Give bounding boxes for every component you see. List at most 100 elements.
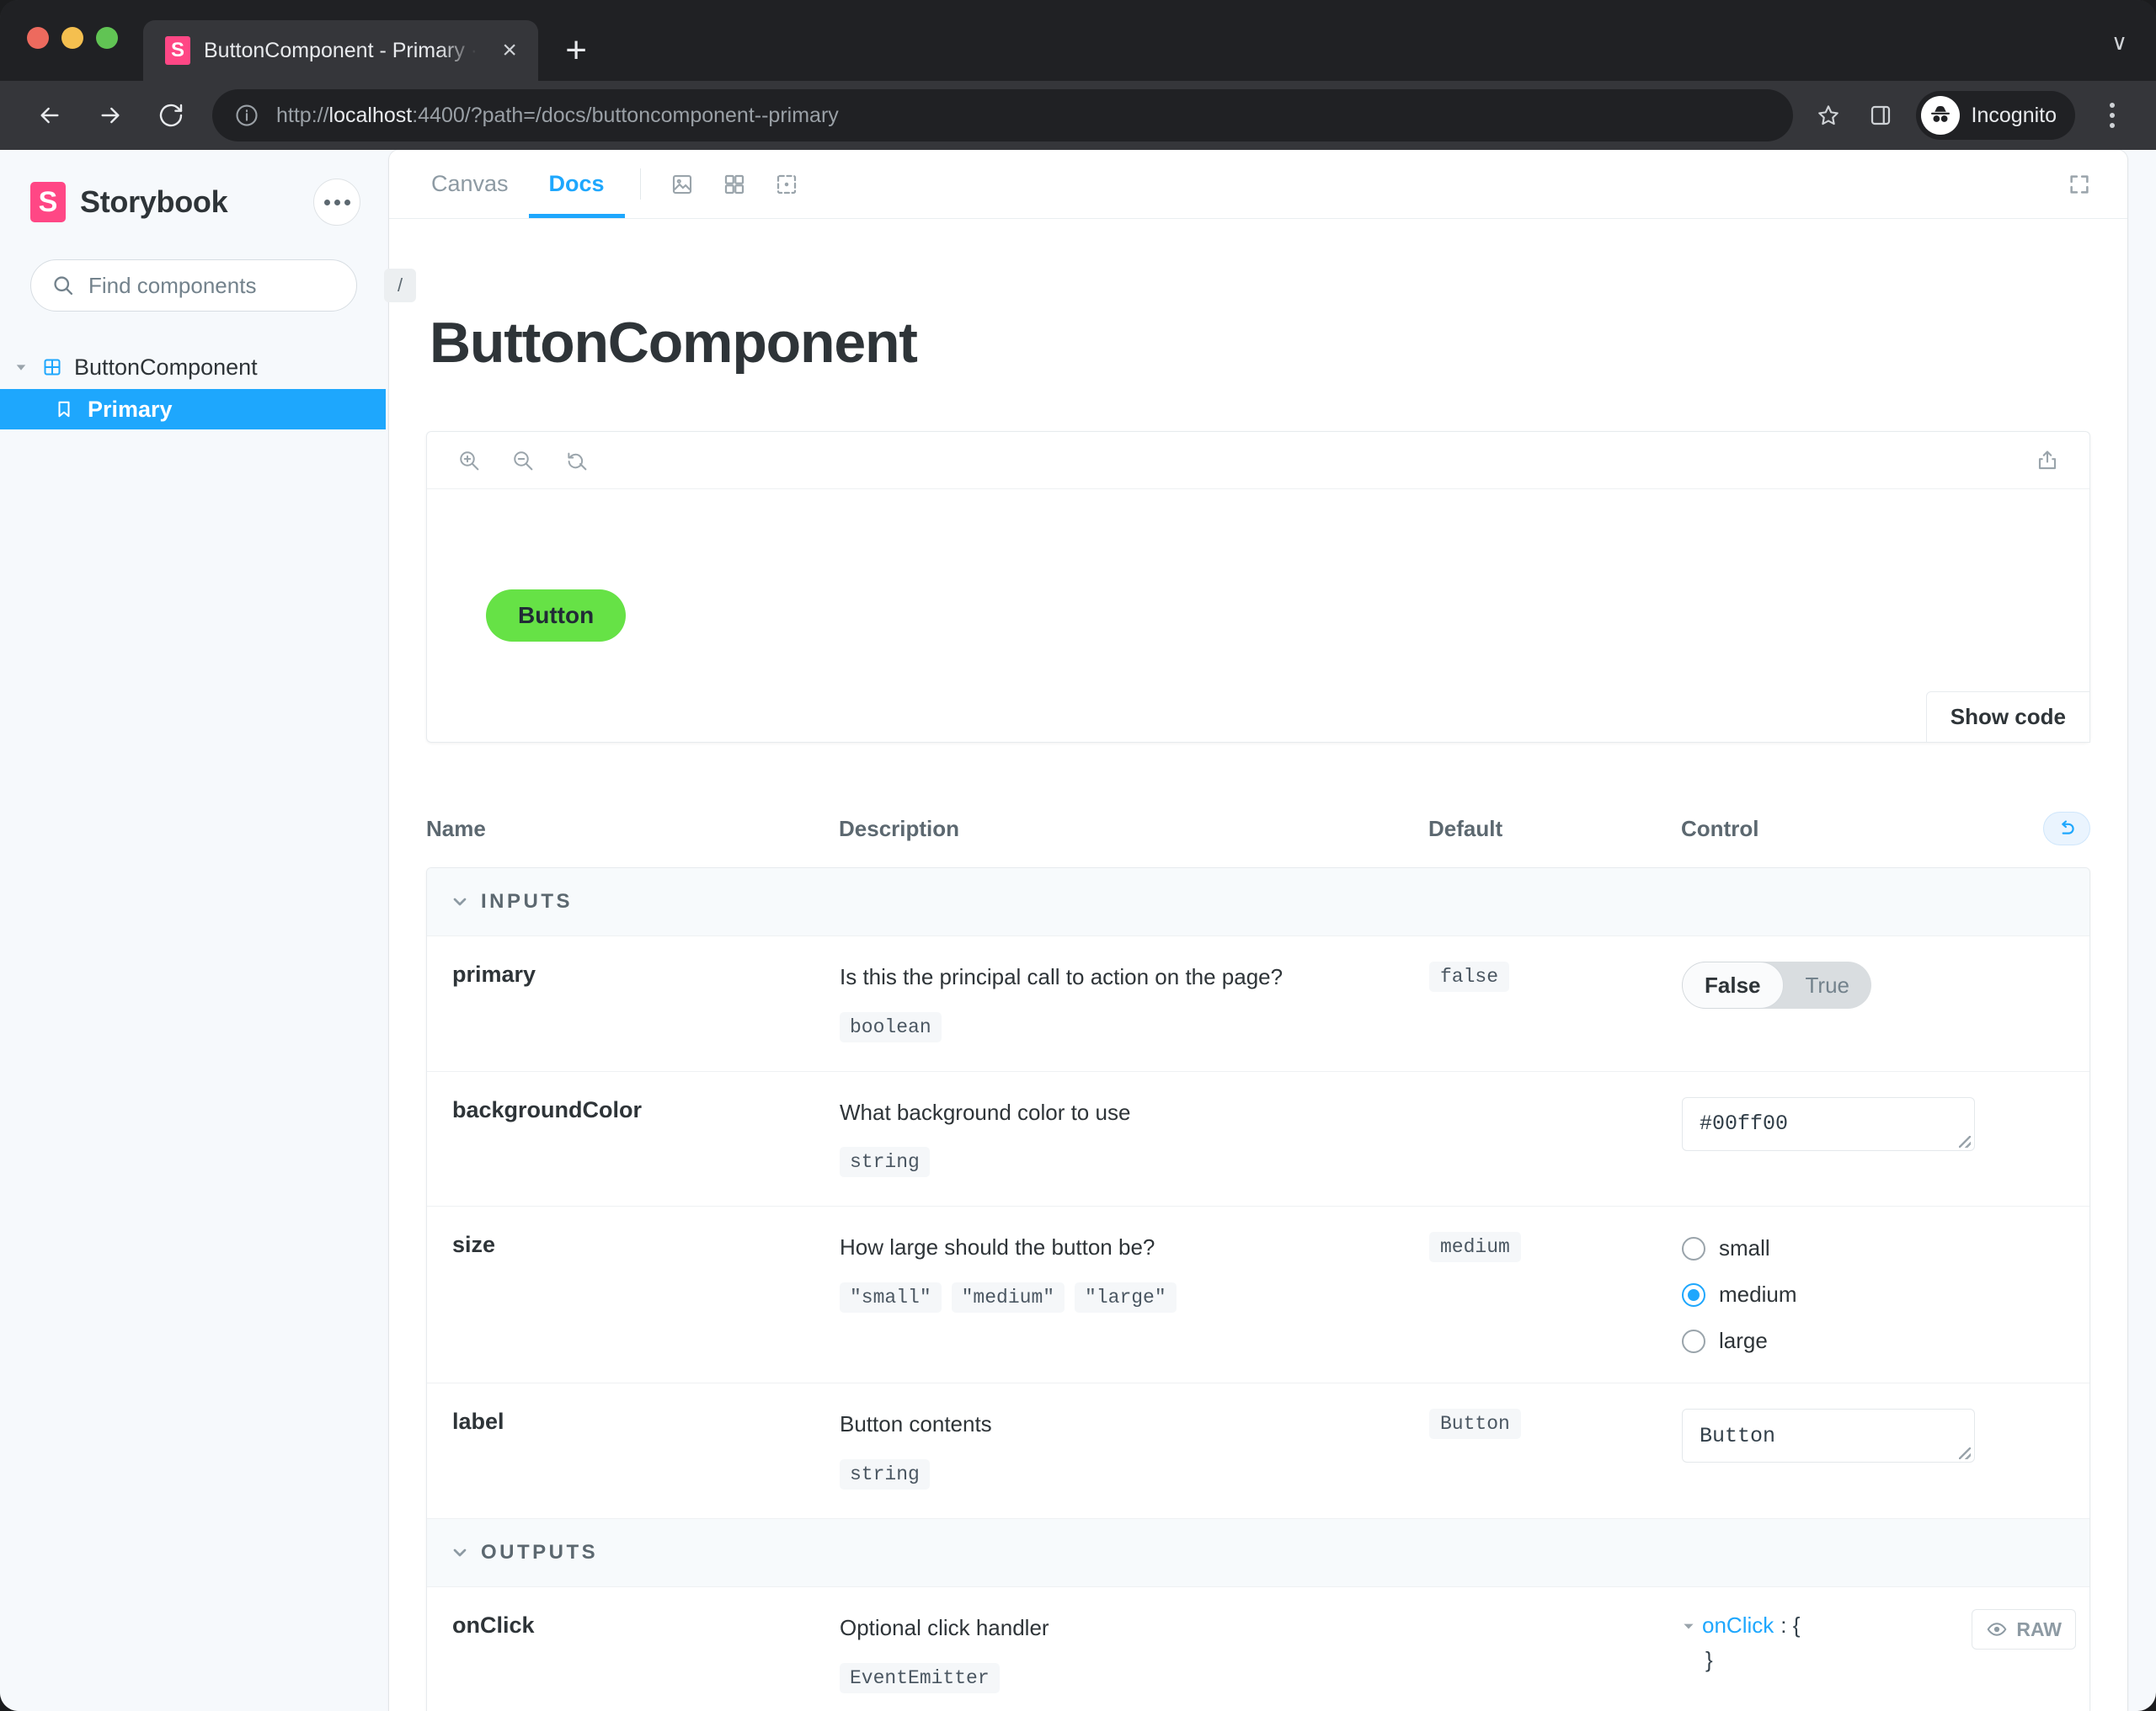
- browser-toolbar: http://localhost:4400/?path=/docs/button…: [0, 81, 2156, 150]
- toggle-option-true[interactable]: True: [1784, 962, 1872, 1009]
- share-icon[interactable]: [2027, 440, 2068, 481]
- browser-tab-title: ButtonComponent - Primary ·: [204, 39, 478, 63]
- page-viewport: Storybook / ButtonComponent: [0, 150, 2156, 1711]
- zoom-in-icon[interactable]: [449, 440, 489, 481]
- incognito-label: Incognito: [1972, 104, 2057, 128]
- arg-type-chips: string: [840, 1459, 1416, 1490]
- radio-label: medium: [1719, 1282, 1796, 1308]
- close-window-button[interactable]: [27, 27, 49, 49]
- type-chip: EventEmitter: [840, 1663, 1000, 1693]
- radio-option-small[interactable]: small: [1682, 1235, 1975, 1261]
- tab-canvas[interactable]: Canvas: [411, 150, 529, 218]
- group-header-cell: OUTPUTS: [427, 1519, 2089, 1587]
- url-host: localhost: [329, 104, 413, 127]
- new-tab-button[interactable]: +: [550, 24, 602, 77]
- search-box[interactable]: /: [30, 259, 357, 312]
- tab-docs[interactable]: Docs: [529, 150, 625, 218]
- group-title: OUTPUTS: [481, 1541, 598, 1564]
- radio-ring: [1682, 1330, 1705, 1353]
- args-rows: INPUTS primary Is this the principa: [427, 868, 2089, 1711]
- zoom-out-icon[interactable]: [503, 440, 543, 481]
- toggle-option-false[interactable]: False: [1682, 962, 1784, 1009]
- raw-toggle-button[interactable]: RAW: [1972, 1609, 2076, 1650]
- sidebar-item-primary[interactable]: Primary: [0, 389, 386, 429]
- search-input[interactable]: [88, 273, 371, 299]
- minimize-window-button[interactable]: [61, 27, 83, 49]
- arg-type-chips: boolean: [840, 1012, 1416, 1042]
- radio-option-medium[interactable]: medium: [1682, 1282, 1975, 1308]
- group-header-cell: INPUTS: [427, 868, 2089, 936]
- site-info-icon[interactable]: [234, 103, 259, 128]
- zoom-reset-icon[interactable]: [557, 440, 597, 481]
- forward-button[interactable]: [83, 88, 138, 143]
- args-table: Name Description Default Control: [426, 812, 2090, 867]
- object-tree-row[interactable]: onClick : {: [1682, 1612, 1800, 1639]
- toolbar-divider: [640, 168, 641, 200]
- sidebar-item-label: ButtonComponent: [74, 354, 258, 381]
- group-title: INPUTS: [481, 890, 573, 914]
- arg-name: label: [427, 1383, 840, 1519]
- browser-window: ButtonComponent - Primary · × + ∨ http:/…: [0, 0, 2156, 1711]
- chevron-down-icon[interactable]: [12, 361, 30, 373]
- radio-option-large[interactable]: large: [1682, 1328, 1975, 1354]
- column-header-description: Description: [839, 812, 1428, 867]
- object-tree[interactable]: onClick : { }: [1682, 1612, 1800, 1673]
- arg-type-chips: "small" "medium" "large": [840, 1282, 1416, 1313]
- browser-tab[interactable]: ButtonComponent - Primary · ×: [143, 20, 538, 81]
- args-table-body: INPUTS primary Is this the principa: [426, 867, 2090, 1711]
- reset-controls-button[interactable]: [2043, 812, 2090, 845]
- close-icon[interactable]: ×: [491, 32, 528, 69]
- arg-default-cell: Button: [1429, 1383, 1682, 1519]
- arg-control-cell: #00ff00: [1682, 1071, 1988, 1207]
- label-input[interactable]: Button: [1682, 1409, 1975, 1463]
- component-tree: ButtonComponent Primary: [0, 345, 386, 429]
- show-code-button[interactable]: Show code: [1926, 691, 2090, 743]
- arg-type-chips: EventEmitter: [840, 1663, 1416, 1693]
- type-chip: "medium": [952, 1282, 1065, 1313]
- measure-icon[interactable]: [760, 150, 813, 218]
- group-header-inputs[interactable]: INPUTS: [427, 868, 2089, 936]
- demo-button[interactable]: Button: [486, 589, 626, 642]
- toolbar-right: [2053, 150, 2127, 218]
- incognito-indicator[interactable]: Incognito: [1916, 91, 2075, 140]
- browser-menu-icon[interactable]: [2090, 90, 2134, 141]
- storybook-favicon-icon: [165, 36, 190, 65]
- table-row: onClick Optional click handler EventEmit…: [427, 1587, 2089, 1711]
- arg-row-spacer: [1988, 1071, 2089, 1207]
- table-row: label Button contents string: [427, 1383, 2089, 1519]
- arg-default-cell: [1429, 1071, 1682, 1207]
- boolean-toggle-control[interactable]: False True: [1682, 962, 1871, 1009]
- docs-panel: Canvas Docs: [389, 150, 2127, 1711]
- sidebar-menu-button[interactable]: [313, 179, 360, 226]
- panel-toolbar: Canvas Docs: [389, 150, 2127, 219]
- backgroundcolor-input[interactable]: #00ff00: [1682, 1097, 1975, 1151]
- arg-description-cell: Button contents string: [840, 1383, 1429, 1519]
- storybook-logo[interactable]: Storybook: [30, 182, 227, 222]
- sidebar-item-buttoncomponent[interactable]: ButtonComponent: [0, 345, 386, 389]
- grid-icon[interactable]: [708, 150, 760, 218]
- group-header-outputs[interactable]: OUTPUTS: [427, 1519, 2089, 1587]
- bookmark-star-icon[interactable]: [1806, 93, 1850, 137]
- image-icon[interactable]: [656, 150, 708, 218]
- sidebar-header: Storybook: [0, 175, 386, 229]
- object-control: onClick : { } RA: [1682, 1612, 2076, 1673]
- type-chip: "small": [840, 1282, 942, 1313]
- arg-default-cell: false: [1429, 936, 1682, 1072]
- reload-button[interactable]: [143, 88, 199, 143]
- maximize-window-button[interactable]: [96, 27, 118, 49]
- arg-control-cell: small medium: [1682, 1207, 1988, 1383]
- window-traffic-lights: [0, 27, 118, 81]
- storybook-wordmark: Storybook: [80, 184, 227, 220]
- expand-icon[interactable]: [2053, 172, 2105, 197]
- arg-description-cell: Optional click handler EventEmitter: [840, 1587, 1429, 1711]
- back-button[interactable]: [22, 88, 77, 143]
- side-panel-icon[interactable]: [1859, 93, 1903, 137]
- story-bookmark-icon: [52, 399, 76, 419]
- chevron-down-icon[interactable]: ∨: [2111, 29, 2156, 81]
- arg-name: primary: [427, 936, 840, 1072]
- radio-ring: [1682, 1283, 1705, 1307]
- open-in-new-icon[interactable]: [2027, 440, 2068, 481]
- toolbar-actions: Incognito: [1806, 90, 2134, 141]
- address-bar[interactable]: http://localhost:4400/?path=/docs/button…: [212, 89, 1793, 141]
- object-close-brace: }: [1682, 1647, 1800, 1673]
